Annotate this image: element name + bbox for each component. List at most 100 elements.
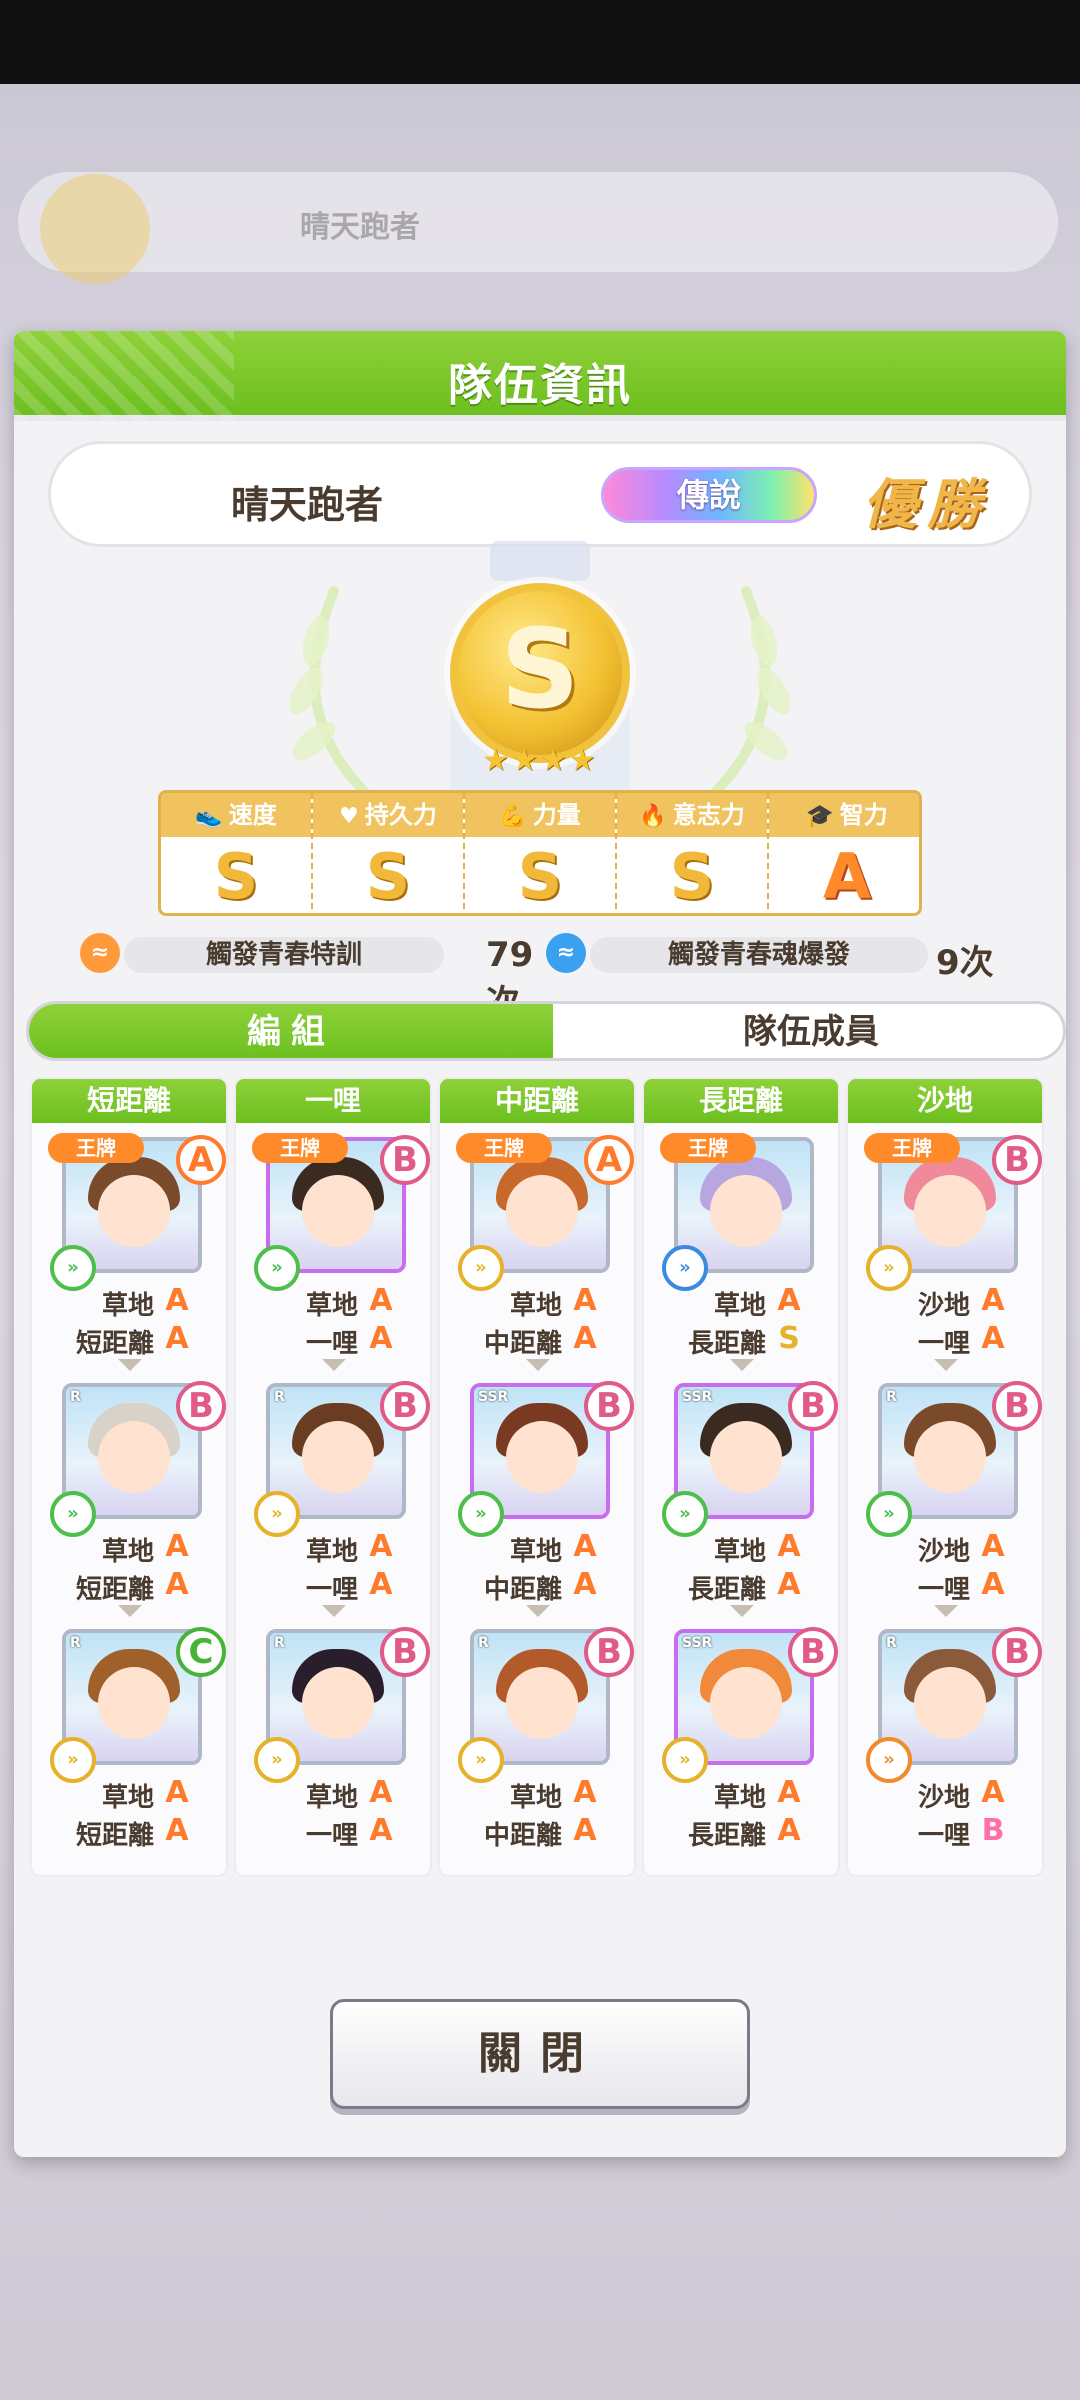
distance-aptitude: 一哩 B	[848, 1813, 1042, 1851]
distance-label: 一哩	[305, 1575, 358, 1605]
formation-column: 沙地王牌RB»沙地A一哩ARB»沙地A一哩ARB»沙地A一哩B	[846, 1077, 1044, 1877]
medal-stars: ★★★★	[482, 743, 598, 778]
running-style-icon: »	[50, 1737, 96, 1783]
face-shape	[506, 1175, 578, 1247]
team-member-card[interactable]: R C » 草地 A 短距離 A	[32, 1617, 226, 1863]
stat-speed: 👟 速度 S	[161, 793, 313, 913]
team-member-card[interactable]: R B » 沙地 A 一哩 A	[848, 1371, 1042, 1617]
team-name: 晴天跑者	[231, 483, 384, 527]
overall-grade: S	[500, 605, 580, 733]
distance-aptitude: 一哩 A	[236, 1813, 430, 1851]
team-member-card[interactable]: 王牌R»草地A長距離S	[644, 1125, 838, 1371]
team-member-card[interactable]: R B » 草地 A 一哩 A	[236, 1617, 430, 1863]
column-header: 沙地	[848, 1079, 1042, 1123]
distance-label: 中距離	[483, 1821, 562, 1851]
ground-aptitude: 草地 A	[32, 1283, 226, 1321]
ace-tag: 王牌	[456, 1133, 552, 1163]
face-shape	[506, 1421, 578, 1493]
stat-label: 持久力	[364, 801, 437, 829]
close-button[interactable]: 關閉	[330, 1999, 750, 2109]
ground-label: 草地	[713, 1537, 766, 1567]
distance-aptitude: 長距離 S	[644, 1321, 838, 1359]
face-shape	[914, 1421, 986, 1493]
distance-label: 一哩	[917, 1821, 970, 1851]
ground-aptitude: 草地 A	[644, 1283, 838, 1321]
ground-aptitude: 草地 A	[236, 1775, 430, 1813]
youth-training-icon: ≈	[80, 933, 120, 973]
member-grade-badge: C	[176, 1627, 226, 1677]
column-header: 中距離	[440, 1079, 634, 1123]
face-shape	[302, 1421, 374, 1493]
team-member-card[interactable]: 王牌RB»沙地A一哩A	[848, 1125, 1042, 1371]
team-member-card[interactable]: R B » 草地 A 一哩 A	[236, 1371, 430, 1617]
ground-grade: A	[981, 1283, 1005, 1318]
ground-label: 草地	[101, 1783, 154, 1813]
ground-grade: A	[165, 1529, 189, 1564]
team-summary-bar: 晴天跑者 傳說 優勝	[48, 441, 1032, 547]
member-grade-badge: B	[788, 1381, 838, 1431]
ground-aptitude: 沙地 A	[848, 1775, 1042, 1813]
team-member-card[interactable]: R B » 草地 A 中距離 A	[440, 1617, 634, 1863]
stat-stamina: ♥ 持久力 S	[313, 793, 465, 913]
graduation-cap-icon: 🎓	[806, 804, 834, 829]
running-style-icon: »	[254, 1491, 300, 1537]
ground-aptitude: 草地 A	[440, 1283, 634, 1321]
distance-label: 中距離	[483, 1329, 562, 1359]
team-member-card[interactable]: SSR B » 草地 A 長距離 A	[644, 1617, 838, 1863]
ground-grade: A	[777, 1775, 801, 1810]
stat-grades-table: 👟 速度 S ♥ 持久力 S 💪 力量 S 🔥 意志力 S 🎓 智力 A	[158, 790, 922, 916]
ground-grade: A	[369, 1283, 393, 1318]
result-label: 優勝	[863, 473, 991, 536]
rank-badge: 傳說	[601, 467, 817, 523]
distance-label: 一哩	[305, 1329, 358, 1359]
team-member-card[interactable]: R B » 沙地 A 一哩 B	[848, 1617, 1042, 1863]
tab-formation[interactable]: 編組	[29, 1004, 553, 1058]
member-grade-badge: A	[176, 1135, 226, 1185]
rarity-label: R	[274, 1389, 285, 1405]
ground-aptitude: 草地 A	[236, 1283, 430, 1321]
formation-column: 長距離王牌R»草地A長距離SSSRB»草地A長距離ASSRB»草地A長距離A	[642, 1077, 840, 1877]
ground-label: 草地	[305, 1291, 358, 1321]
distance-aptitude: 短距離 A	[32, 1321, 226, 1359]
distance-grade: A	[165, 1813, 189, 1848]
status-bar	[0, 0, 1080, 84]
team-member-card[interactable]: 王牌SSRB»草地A一哩A	[236, 1125, 430, 1371]
rarity-label: R	[886, 1389, 897, 1405]
face-shape	[506, 1667, 578, 1739]
distance-label: 長距離	[687, 1575, 766, 1605]
distance-aptitude: 短距離 A	[32, 1813, 226, 1851]
down-arrow-icon	[934, 1359, 958, 1371]
face-shape	[302, 1175, 374, 1247]
team-member-card[interactable]: SSR B » 草地 A 長距離 A	[644, 1371, 838, 1617]
trigger-label: 觸發青春特訓	[124, 937, 444, 973]
team-member-card[interactable]: R B » 草地 A 短距離 A	[32, 1371, 226, 1617]
distance-grade: A	[369, 1567, 393, 1602]
down-arrow-icon	[730, 1605, 754, 1617]
team-member-card[interactable]: 王牌RA»草地A短距離A	[32, 1125, 226, 1371]
ground-grade: A	[369, 1529, 393, 1564]
team-member-card[interactable]: SSR B » 草地 A 中距離 A	[440, 1371, 634, 1617]
running-style-icon: »	[458, 1491, 504, 1537]
member-grade-badge: B	[788, 1627, 838, 1677]
member-grade-badge: B	[380, 1627, 430, 1677]
flame-icon: 🔥	[639, 804, 667, 829]
ground-grade: A	[369, 1775, 393, 1810]
running-style-icon: »	[458, 1245, 504, 1291]
ace-tag: 王牌	[864, 1133, 960, 1163]
team-member-card[interactable]: 王牌RA»草地A中距離A	[440, 1125, 634, 1371]
ground-label: 草地	[713, 1783, 766, 1813]
down-arrow-icon	[322, 1605, 346, 1617]
muscle-icon: 💪	[499, 804, 527, 829]
running-style-icon: »	[866, 1737, 912, 1783]
dialog-title: 隊伍資訊	[448, 360, 632, 411]
dialog-header: 隊伍資訊	[14, 331, 1066, 421]
tab-team-members[interactable]: 隊伍成員	[553, 1004, 1063, 1058]
youth-burst-icon: ≈	[546, 933, 586, 973]
ground-label: 草地	[305, 1537, 358, 1567]
ground-label: 草地	[305, 1783, 358, 1813]
distance-aptitude: 一哩 A	[236, 1321, 430, 1359]
distance-grade: A	[573, 1813, 597, 1848]
rank-badge-label: 傳說	[676, 476, 741, 514]
ground-grade: A	[777, 1283, 801, 1318]
ground-aptitude: 草地 A	[236, 1529, 430, 1567]
